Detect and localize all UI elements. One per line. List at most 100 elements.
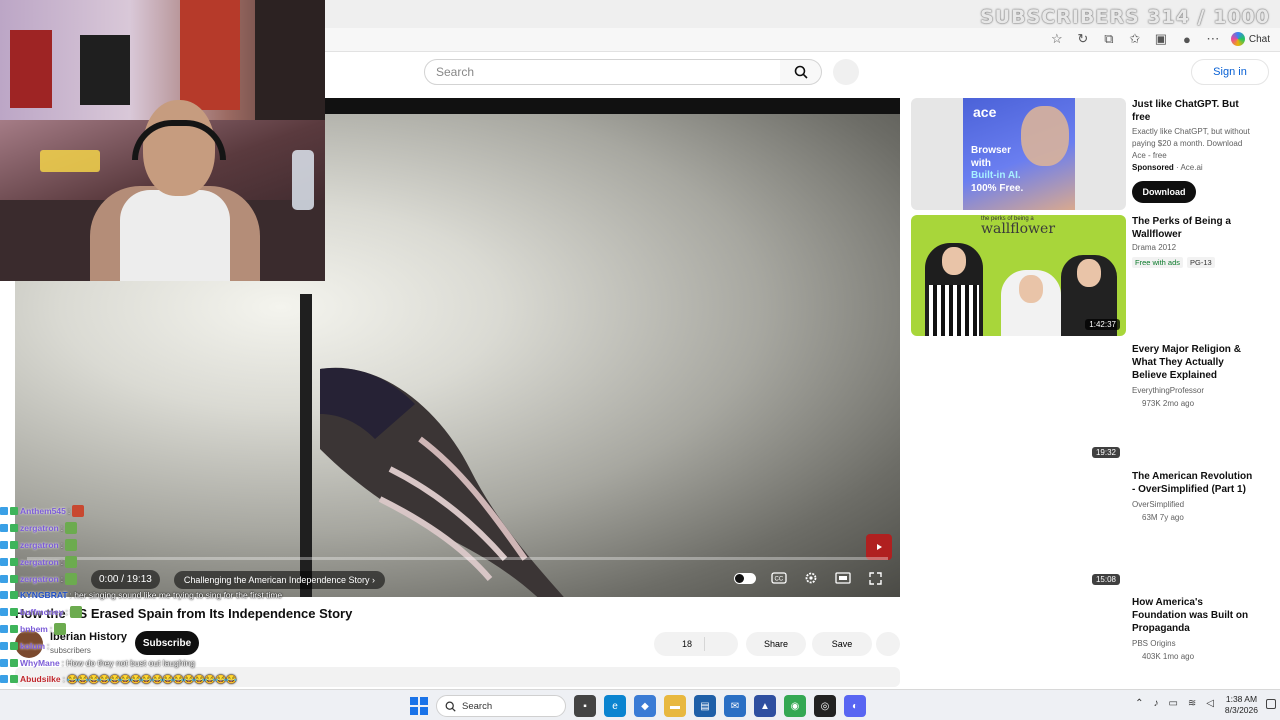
chat-badge-icon <box>0 641 8 650</box>
autoplay-toggle[interactable] <box>734 572 756 584</box>
chat-username[interactable]: zergatron <box>20 540 59 550</box>
chat-badge-icon <box>0 574 8 583</box>
edge-browser-icon[interactable]: e <box>604 695 626 717</box>
chevron-up-icon[interactable]: ⌃ <box>1135 698 1143 709</box>
collections-icon[interactable]: ▣ <box>1153 31 1169 47</box>
chat-badge-icon <box>0 507 8 516</box>
video-channel[interactable]: EverythingProfessor <box>1132 384 1257 397</box>
windows-start-icon[interactable] <box>410 697 428 715</box>
video-thumbnail[interactable]: 15:08 <box>911 470 1126 591</box>
webcam-poster <box>80 35 130 105</box>
movie-thumbnail[interactable]: the perks of being a wallflower 1:42:37 <box>911 215 1126 336</box>
ad-thumbnail[interactable]: ace Browser with Built-in AI. 100% Free. <box>911 98 1126 210</box>
video-title[interactable]: Every Major Religion & What They Actuall… <box>1132 343 1257 382</box>
refresh-icon[interactable]: ↻ <box>1075 31 1091 47</box>
chat-badge-icon <box>10 591 18 600</box>
discord-icon[interactable]: ◐ <box>844 695 866 717</box>
video-title[interactable]: The American Revolution - OverSimplified… <box>1132 470 1257 496</box>
chat-message: Abudsilke: 😂😂😂😂😂😂😂😂😂😂😂😂😂😂😂😂 <box>0 671 340 688</box>
chrome-icon[interactable]: ◉ <box>784 695 806 717</box>
chat-badge-icon <box>0 608 8 617</box>
chat-username[interactable]: Abudsilke <box>20 674 61 684</box>
extensions-icon[interactable]: ⧉ <box>1101 31 1117 47</box>
outlook-icon[interactable]: ✉ <box>724 695 746 717</box>
like-button[interactable]: 18 <box>654 632 738 656</box>
poster-face <box>942 247 966 275</box>
settings-gear-icon[interactable] <box>802 570 820 586</box>
sign-in-button[interactable]: Sign in <box>1191 59 1269 85</box>
more-actions-button[interactable] <box>876 632 900 656</box>
video-thumbnail[interactable]: 19:32 <box>911 343 1126 464</box>
chat-username[interactable]: KYNGBRAT <box>20 590 68 600</box>
chat-message-text: : 😂😂😂😂😂😂😂😂😂😂😂😂😂😂😂😂 <box>62 673 237 684</box>
arc-app-icon[interactable]: ▲ <box>754 695 776 717</box>
chat-message-text: : <box>65 607 68 618</box>
webcam-neon-sign <box>40 150 100 172</box>
captions-icon[interactable]: CC <box>770 570 788 586</box>
search-button[interactable] <box>780 59 822 85</box>
store-icon[interactable]: ▤ <box>694 695 716 717</box>
ace-tagline-line: 100% Free. <box>971 182 1024 194</box>
chapter-arrow: › <box>371 574 375 585</box>
chat-message-text: : <box>67 506 71 517</box>
chat-username[interactable]: zergatron <box>20 523 59 533</box>
chat-username[interactable]: WhyMane <box>20 658 60 668</box>
file-explorer-icon[interactable]: ▬ <box>664 695 686 717</box>
movie-title[interactable]: The Perks of Being a Wallflower <box>1132 215 1257 241</box>
voice-search-button[interactable] <box>833 59 859 85</box>
share-button[interactable]: Share <box>746 632 806 656</box>
microphone-icon[interactable]: ♪ <box>1153 698 1158 709</box>
star-icon[interactable]: ☆ <box>1049 31 1065 47</box>
chat-username[interactable]: zergatron <box>20 574 59 584</box>
more-icon[interactable]: ⋯ <box>1205 31 1221 47</box>
chat-message: zergatron: <box>0 537 340 554</box>
video-title[interactable]: How America's Foundation was Built on Pr… <box>1132 596 1257 635</box>
svg-text:CC: CC <box>775 577 784 583</box>
wifi-icon[interactable]: ≋ <box>1188 698 1196 709</box>
chat-username[interactable]: kolum <box>20 641 45 651</box>
video-info: How America's Foundation was Built on Pr… <box>1132 596 1257 663</box>
chat-badge-icon <box>10 524 18 533</box>
chat-message-text: : <box>60 556 64 567</box>
clock-date: 8/3/2026 <box>1224 705 1258 715</box>
chat-username[interactable]: bnbem <box>20 624 48 634</box>
obs-icon[interactable]: ◎ <box>814 695 836 717</box>
search-input[interactable]: Search <box>424 59 781 85</box>
chat-emote-icon <box>72 505 85 518</box>
chat-emote-icon <box>54 622 67 635</box>
webcam-poster <box>180 0 240 110</box>
chat-emote-icon <box>65 538 78 551</box>
poster-figure-stripes <box>929 285 979 336</box>
search-icon <box>794 65 808 79</box>
taskbar-clock[interactable]: 1:38 AM 8/3/2026 <box>1225 694 1258 716</box>
task-view-icon[interactable]: ▪ <box>574 695 596 717</box>
browser-toolbar: ☆ ↻ ⧉ ✩ ▣ ● ⋯ Chat <box>1049 31 1270 47</box>
video-info: The American Revolution - OverSimplified… <box>1132 470 1257 524</box>
favorites-icon[interactable]: ✩ <box>1127 31 1143 47</box>
video-channel[interactable]: OverSimplified <box>1132 498 1257 511</box>
volume-icon[interactable]: ◁ <box>1206 698 1214 709</box>
theater-mode-icon[interactable] <box>834 570 852 586</box>
poster-face <box>1019 275 1043 303</box>
ad-title[interactable]: Just like ChatGPT. But free <box>1132 98 1257 124</box>
copilot-app-icon[interactable]: ◆ <box>634 695 656 717</box>
notification-icon[interactable] <box>1266 699 1276 709</box>
profile-icon[interactable]: ● <box>1179 31 1195 47</box>
video-channel[interactable]: PBS Origins <box>1132 637 1257 650</box>
ace-tagline-line: with <box>971 157 991 169</box>
chat-badge-icon <box>0 658 8 667</box>
chat-badge-icon <box>10 574 18 583</box>
webcam-water-bottle <box>292 150 314 210</box>
ad-description: Exactly like ChatGPT, but without paying… <box>1132 127 1250 160</box>
sponsored-text: Sponsored <box>1132 163 1174 172</box>
chat-username[interactable]: zergatron <box>20 557 59 567</box>
download-button[interactable]: Download <box>1132 181 1196 203</box>
taskbar-search[interactable]: Search <box>436 695 566 717</box>
network-icon[interactable]: ▭ <box>1168 698 1177 709</box>
fullscreen-icon[interactable] <box>866 570 884 586</box>
save-button[interactable]: Save <box>812 632 872 656</box>
ad-info: Just like ChatGPT. But free Exactly like… <box>1132 98 1257 203</box>
chat-username[interactable]: Anthem545 <box>20 506 66 516</box>
copilot-chat-button[interactable]: Chat <box>1230 32 1270 46</box>
chat-username[interactable]: buffmoney <box>20 607 63 617</box>
